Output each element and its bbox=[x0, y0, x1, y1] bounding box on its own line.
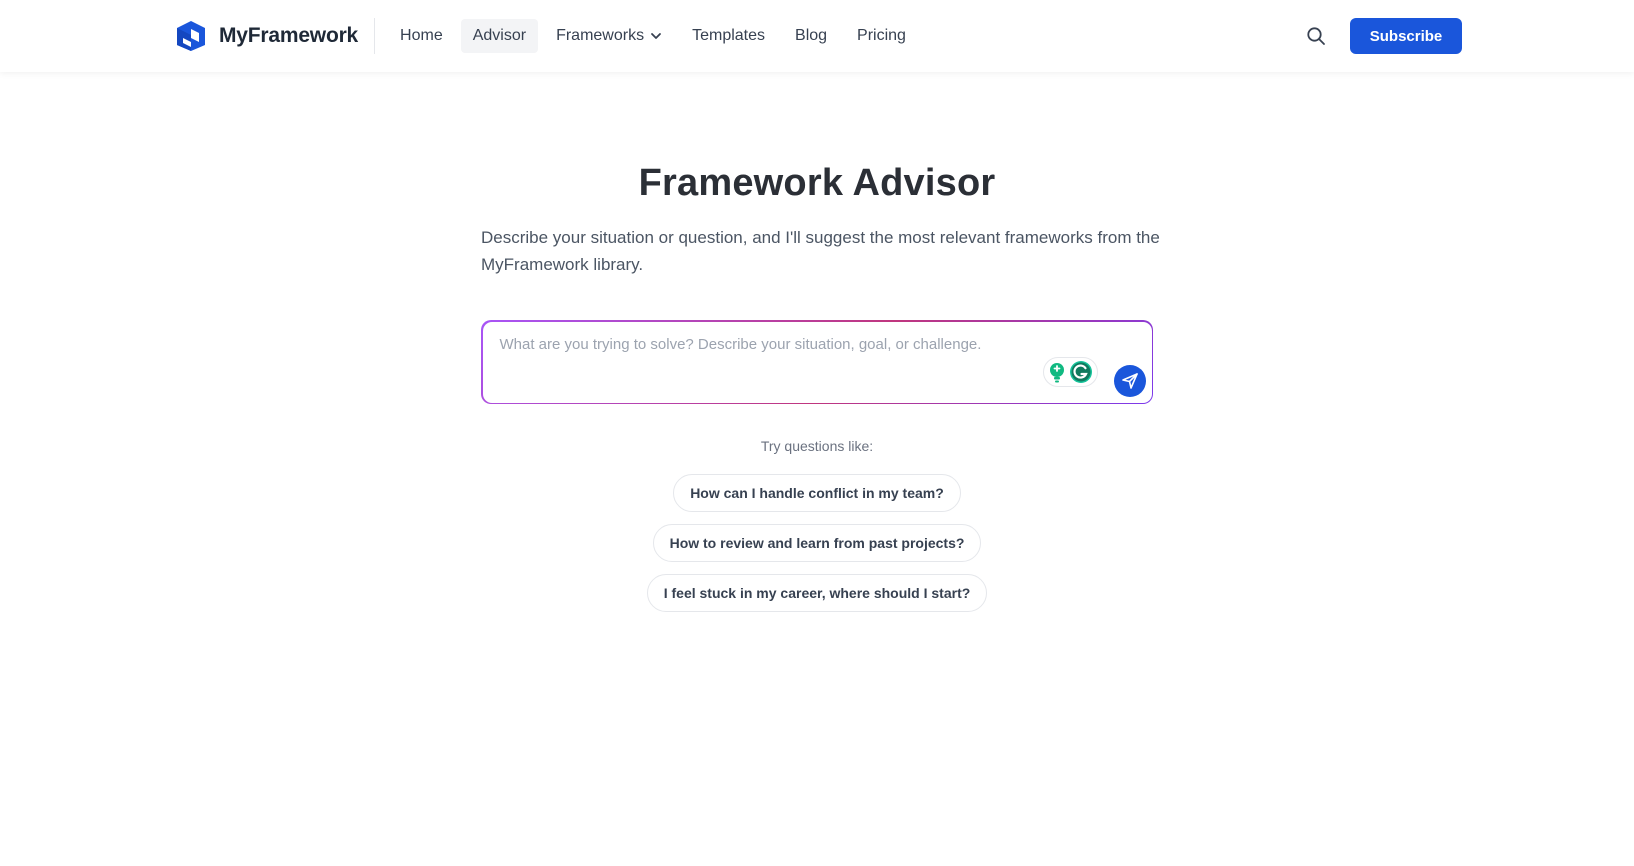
suggestion-chip[interactable]: How to review and learn from past projec… bbox=[652, 524, 982, 562]
subscribe-button[interactable]: Subscribe bbox=[1350, 18, 1462, 54]
nav-blog-label: Blog bbox=[795, 27, 828, 44]
brand-name: MyFramework bbox=[219, 24, 359, 47]
nav-templates[interactable]: Templates bbox=[680, 19, 777, 53]
nav-frameworks[interactable]: Frameworks bbox=[544, 19, 674, 53]
nav-templates-label: Templates bbox=[692, 27, 766, 44]
question-composer bbox=[481, 320, 1153, 404]
top-navbar: MyFramework Home Advisor Frameworks Temp… bbox=[0, 0, 1634, 72]
brand[interactable]: MyFramework bbox=[175, 18, 376, 54]
page-subtitle: Describe your situation or question, and… bbox=[481, 228, 1160, 274]
page-title: Framework Advisor bbox=[638, 162, 996, 204]
send-button[interactable] bbox=[1113, 364, 1146, 397]
nav-advisor-label: Advisor bbox=[472, 27, 527, 44]
composer-inner bbox=[482, 321, 1152, 403]
myframework-logo-icon bbox=[177, 21, 205, 51]
chevron-down-icon bbox=[651, 33, 661, 39]
nav-home-label: Home bbox=[400, 27, 443, 44]
suggestions-label: Try questions like: bbox=[760, 438, 874, 454]
header-actions: Subscribe bbox=[1298, 18, 1462, 54]
search-icon bbox=[1307, 27, 1325, 45]
suggestion-chip[interactable]: How can I handle conflict in my team? bbox=[673, 474, 961, 512]
lightbulb-icon[interactable] bbox=[1047, 361, 1067, 383]
grammarly-icon[interactable] bbox=[1069, 360, 1093, 384]
nav-advisor[interactable]: Advisor bbox=[460, 19, 539, 53]
nav-frameworks-label: Frameworks bbox=[556, 27, 645, 44]
nav-blog[interactable]: Blog bbox=[783, 19, 839, 53]
writing-assist-widget[interactable] bbox=[1042, 356, 1098, 387]
nav-home[interactable]: Home bbox=[388, 19, 455, 53]
nav-pricing-label: Pricing bbox=[857, 27, 906, 44]
nav-pricing[interactable]: Pricing bbox=[845, 19, 918, 53]
main-nav: Home Advisor Frameworks Templates Blog P… bbox=[388, 19, 918, 53]
suggestion-chip[interactable]: I feel stuck in my career, where should … bbox=[646, 574, 988, 612]
suggestion-list: How can I handle conflict in my team? Ho… bbox=[0, 474, 1634, 612]
search-button[interactable] bbox=[1298, 18, 1334, 54]
send-icon bbox=[1121, 372, 1138, 389]
